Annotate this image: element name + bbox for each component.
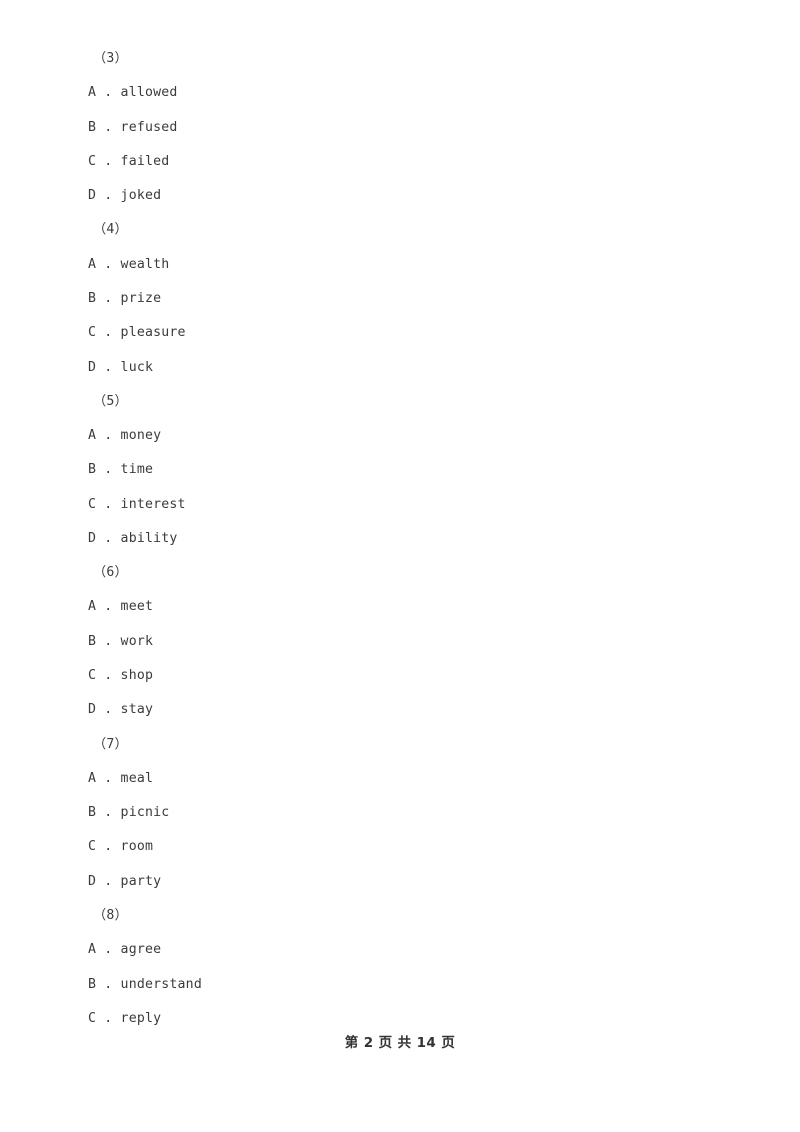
answer-option[interactable]: C . reply <box>0 1007 800 1031</box>
question-group-label: （3） <box>93 51 128 66</box>
question-group-label: （6） <box>93 565 128 581</box>
answer-option[interactable]: B . understand <box>0 973 800 997</box>
answer-option[interactable]: C . pleasure <box>0 321 800 345</box>
answer-option[interactable]: A . meal <box>0 767 800 791</box>
answer-option[interactable]: C . failed <box>0 150 800 174</box>
question-group-label: （8） <box>93 908 128 923</box>
answer-option[interactable]: D . stay <box>0 698 800 722</box>
answer-option[interactable]: C . interest <box>0 493 800 517</box>
answer-option[interactable]: B . refused <box>0 116 800 140</box>
question-group-label: （5） <box>93 393 128 409</box>
answer-option[interactable]: D . ability <box>0 527 800 551</box>
question-group-label: （7） <box>93 736 128 752</box>
answer-option[interactable]: B . prize <box>0 287 800 311</box>
answer-option[interactable]: A . agree <box>0 938 800 962</box>
answer-option[interactable]: A . money <box>0 424 800 448</box>
page-footer: 第 2 页 共 14 页 <box>344 1035 456 1051</box>
answer-option[interactable]: B . picnic <box>0 801 800 825</box>
answer-option[interactable]: B . time <box>0 458 800 482</box>
answer-option[interactable]: D . luck <box>0 356 800 380</box>
document-page: （3） A . allowed B . refused C . failed D . j… <box>0 0 800 1132</box>
answer-option[interactable]: B . work <box>0 630 800 654</box>
answer-option[interactable]: C . room <box>0 835 800 859</box>
question-group-label: （4） <box>93 222 128 238</box>
answer-option[interactable]: D . party <box>0 870 800 894</box>
answer-option[interactable]: D . joked <box>0 184 800 208</box>
answer-option[interactable]: A . wealth <box>0 253 800 277</box>
answer-option[interactable]: C . shop <box>0 664 800 688</box>
answer-option[interactable]: A . allowed <box>0 81 800 105</box>
answer-option[interactable]: A . meet <box>0 595 800 619</box>
